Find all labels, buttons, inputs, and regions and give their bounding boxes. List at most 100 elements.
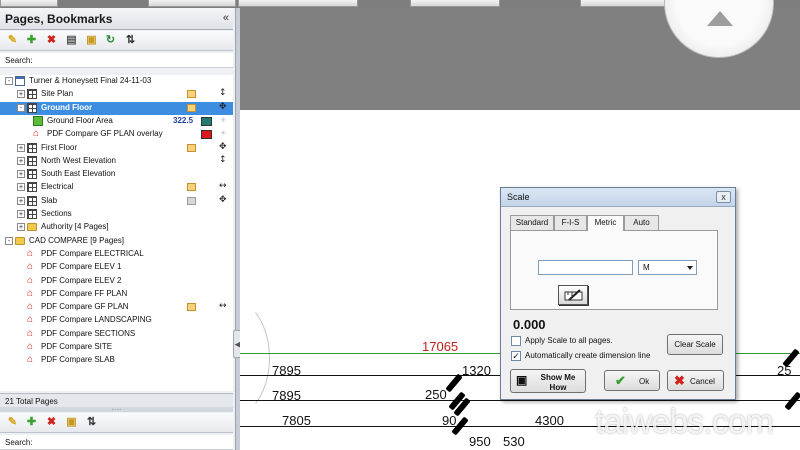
auto-dimension-checkbox[interactable]: ✓	[511, 351, 521, 361]
expand-icon[interactable]: +	[17, 156, 25, 165]
ribbon-button[interactable]	[148, 0, 236, 7]
tab-metric[interactable]: Metric	[587, 215, 624, 231]
apply-all-label: Apply Scale to all pages.	[525, 336, 613, 345]
collapse-icon[interactable]: -	[17, 103, 25, 112]
hyperlink-marker-icon[interactable]	[187, 90, 196, 99]
tree-item[interactable]: + North West Elevation ↕	[0, 155, 233, 168]
dimension-tick	[445, 373, 463, 393]
collapse-icon[interactable]: -	[5, 236, 13, 245]
folder-icon[interactable]: ▣	[65, 416, 78, 429]
tree-item[interactable]: + First Floor ✥	[0, 142, 233, 155]
dimension-text: 17065	[422, 339, 459, 354]
tree-item[interactable]: + Sections	[0, 208, 233, 221]
tree-item[interactable]: ⌂ PDF Compare FF PLAN	[0, 288, 233, 301]
pdf-icon: ⌂	[27, 327, 34, 339]
bookmarks-toolbar: ✎ ✚ ✖ ▤ ▣ ↻ ⇅	[0, 31, 233, 51]
tree-item[interactable]: + Authority [4 Pages]	[0, 221, 233, 234]
grid-icon	[27, 102, 37, 113]
measure-button[interactable]	[558, 285, 588, 305]
dimension-text: 530	[503, 434, 525, 449]
unit-select[interactable]: M	[638, 260, 697, 275]
tree-item[interactable]: Ground Floor Area 322.5 ☀	[0, 115, 233, 128]
orientation-arrow-icon[interactable]: ↕	[219, 88, 227, 98]
bottom-search-label: Search:	[5, 438, 33, 447]
orientation-arrow-icon[interactable]: ✥	[219, 142, 227, 152]
show-me-how-button[interactable]: ▣ Show Me How	[510, 369, 586, 393]
clear-scale-button[interactable]: Clear Scale	[667, 334, 723, 355]
expand-icon[interactable]: +	[17, 210, 25, 218]
ruler-pencil-icon	[564, 289, 583, 301]
hyperlink-marker-icon[interactable]	[187, 183, 196, 192]
tree-item[interactable]: ⌂ PDF Compare ELEV 2	[0, 275, 233, 288]
expand-icon[interactable]: +	[17, 170, 25, 179]
collapse-panel-icon[interactable]: «	[223, 12, 229, 24]
ok-button[interactable]: ✔ Ok	[604, 370, 660, 391]
expand-icon[interactable]: +	[17, 183, 25, 192]
folder-icon	[15, 236, 25, 245]
cancel-button[interactable]: ✖ Cancel	[667, 370, 724, 391]
tree-item[interactable]: - Turner & Honeysett Final 24-11-03	[0, 75, 233, 88]
tree-item[interactable]: ⌂ PDF Compare GF PLAN overlay ☀	[0, 128, 233, 141]
sort-icon[interactable]: ⇅	[85, 416, 98, 429]
tree-item-label: PDF Compare FF PLAN	[41, 288, 128, 298]
expand-icon[interactable]: +	[17, 223, 25, 232]
expand-icon[interactable]: +	[17, 90, 25, 99]
tab-auto[interactable]: Auto	[624, 215, 659, 230]
tree-item-label: Sections	[41, 209, 72, 218]
expand-icon[interactable]: +	[17, 143, 25, 152]
orientation-arrow-icon[interactable]: ↕	[219, 155, 227, 165]
tree-item[interactable]: ⌂ PDF Compare ELECTRICAL	[0, 248, 233, 261]
tree-item[interactable]: - CAD COMPARE [9 Pages]	[0, 235, 233, 248]
add-icon[interactable]: ✚	[25, 34, 38, 47]
expand-icon[interactable]: +	[17, 196, 25, 205]
tab-standard[interactable]: Standard	[510, 215, 554, 230]
folder-icon[interactable]: ▣	[85, 34, 98, 47]
pdf-icon: ⌂	[33, 128, 40, 140]
tree-item[interactable]: ⌂ PDF Compare ELEV 1	[0, 261, 233, 274]
layers-icon[interactable]: ▤	[65, 34, 78, 47]
close-icon[interactable]: x	[716, 191, 731, 203]
unit-value: M	[643, 263, 650, 272]
visibility-bulb-icon[interactable]: ☀	[219, 116, 227, 126]
nav-up-arrow-icon[interactable]	[707, 11, 733, 26]
hyperlink-marker-icon[interactable]	[187, 103, 196, 112]
search-input[interactable]	[40, 54, 228, 66]
visibility-bulb-icon[interactable]: ☀	[219, 129, 227, 139]
tree-item[interactable]: + South East Elevation	[0, 168, 233, 181]
orientation-arrow-icon[interactable]: ✥	[219, 195, 227, 205]
ribbon-button[interactable]	[410, 0, 500, 7]
panel-splitter[interactable]: ......	[0, 406, 233, 412]
pencil-icon[interactable]: ✎	[6, 416, 19, 429]
apply-all-checkbox[interactable]	[511, 336, 521, 346]
color-swatch[interactable]	[201, 130, 212, 140]
scale-input[interactable]	[538, 260, 633, 275]
dimension-text: 7895	[272, 388, 301, 403]
add-icon[interactable]: ✚	[25, 416, 38, 429]
tree-item-label: PDF Compare ELEV 1	[41, 262, 122, 272]
tree-item-label: Slab	[41, 195, 58, 205]
delete-icon[interactable]: ✖	[45, 34, 58, 47]
orientation-arrow-icon[interactable]: ✥	[219, 102, 227, 112]
ribbon-button[interactable]	[238, 0, 358, 7]
delete-icon[interactable]: ✖	[45, 416, 58, 429]
tree-item[interactable]: + Site Plan ↕	[0, 88, 233, 101]
tree-item-label: South East Elevation	[41, 169, 116, 179]
bottom-search-input[interactable]	[40, 436, 228, 448]
tree-item[interactable]: - Ground Floor ✥	[0, 101, 233, 115]
tree-item[interactable]: + Slab ✥	[0, 195, 233, 208]
dialog-title-bar: Scale x	[501, 188, 735, 207]
collapse-icon[interactable]: -	[5, 77, 13, 85]
pencil-icon[interactable]: ✎	[6, 34, 19, 47]
tab-fis[interactable]: F-I-S	[554, 215, 587, 230]
tree-item[interactable]: ⌂ PDF Compare GF PLAN ↔	[0, 301, 233, 314]
refresh-icon[interactable]: ↻	[104, 34, 117, 47]
hyperlink-marker-icon[interactable]	[187, 143, 196, 152]
hyperlink-marker-icon[interactable]	[187, 196, 196, 205]
tree-item[interactable]: + Electrical ↔	[0, 181, 233, 194]
sort-icon[interactable]: ⇅	[124, 34, 137, 47]
color-swatch[interactable]	[201, 116, 212, 126]
ribbon-button[interactable]	[0, 0, 58, 7]
scale-value: 0.000	[513, 317, 546, 332]
orientation-arrow-icon[interactable]: ↔	[219, 181, 227, 191]
hyperlink-marker-icon[interactable]	[187, 303, 196, 312]
